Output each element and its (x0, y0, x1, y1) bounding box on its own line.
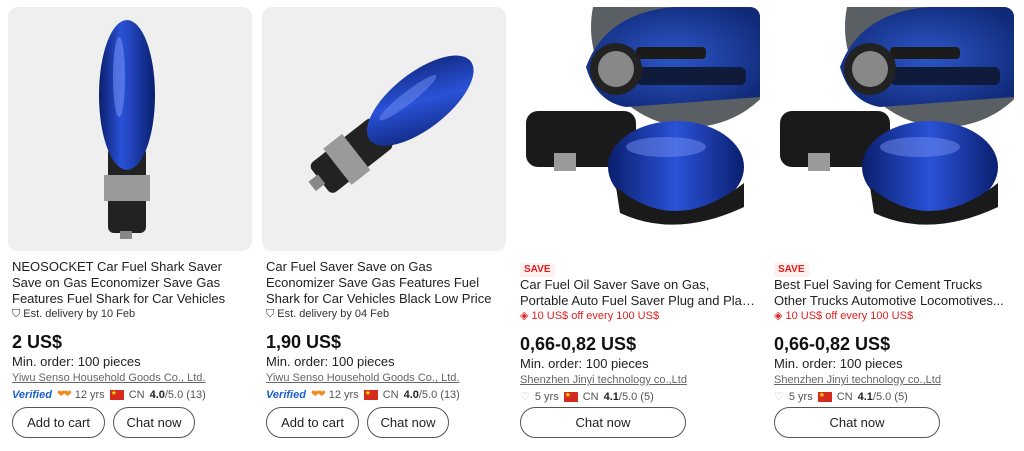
supplier-years: 12 yrs (328, 389, 359, 401)
min-order: Min. order: 100 pieces (12, 354, 141, 369)
supplier-rating: 4.0/5.0 (13) (403, 389, 460, 401)
gold-supplier-icon: ❤❤ (56, 389, 72, 400)
supplier-link[interactable]: Yiwu Senso Household Goods Co., Ltd. (266, 372, 502, 385)
delivery-estimate: ⛉ Est. delivery by 04 Feb (266, 307, 390, 320)
product-image[interactable] (262, 7, 506, 251)
product-title[interactable]: Best Fuel Saving for Cement Trucks Other… (774, 277, 1010, 309)
product-title[interactable]: Car Fuel Saver Save on Gas Economizer Sa… (266, 259, 502, 307)
min-order: Min. order: 100 pieces (774, 356, 903, 371)
product-price: 0,66-0,82 US$ (520, 334, 637, 354)
min-order: Min. order: 100 pieces (266, 354, 395, 369)
verified-badge: Verified (266, 389, 306, 401)
supplier-rating: 4.1/5.0 (5) (603, 391, 654, 403)
product-image[interactable] (8, 7, 252, 251)
coupon-icon: ◈ (774, 309, 783, 322)
product-card[interactable]: Car Fuel Saver Save on Gas Economizer Sa… (262, 7, 506, 447)
product-card[interactable]: NEOSOCKET Car Fuel Shark Saver Save on G… (8, 7, 252, 447)
product-price: 0,66-0,82 US$ (774, 334, 891, 354)
supplier-link[interactable]: Yiwu Senso Household Goods Co., Ltd. (12, 372, 248, 385)
supplier-link[interactable]: Shenzhen Jinyi technology co.,Ltd (774, 374, 1010, 387)
promo-text: ◈ 10 US$ off every 100 US$ (774, 309, 914, 322)
product-card[interactable]: SAVE Best Fuel Saving for Cement Trucks … (770, 7, 1014, 447)
supplier-badges: ♡ 5 yrs CN 4.1/5.0 (5) (774, 389, 1010, 404)
supplier-country: CN (582, 391, 599, 403)
supplier-rating: 4.0/5.0 (13) (149, 389, 206, 401)
supplier-years: 5 yrs (534, 391, 559, 403)
delivery-estimate: ⛉ Est. delivery by 10 Feb (12, 307, 136, 320)
shipping-info (266, 321, 502, 327)
supplier-years: 5 yrs (788, 391, 813, 403)
supplier-badges: Verified ❤❤ 12 yrs CN 4.0/5.0 (13) (266, 387, 502, 402)
supplier-tier-icon: ♡ (520, 391, 530, 403)
supplier-badges: ♡ 5 yrs CN 4.1/5.0 (5) (520, 389, 756, 404)
china-flag-icon (817, 389, 832, 403)
supplier-years: 12 yrs (74, 389, 105, 401)
product-grid: NEOSOCKET Car Fuel Shark Saver Save on G… (0, 0, 1024, 451)
promo-text: ◈ 10 US$ off every 100 US$ (520, 309, 660, 322)
supplier-country: CN (128, 389, 145, 401)
supplier-badges: Verified ❤❤ 12 yrs CN 4.0/5.0 (13) (12, 387, 248, 402)
supplier-country: CN (382, 389, 399, 401)
shield-icon: ⛉ (266, 307, 275, 320)
china-flag-icon (363, 387, 378, 401)
supplier-tier-icon: ♡ (774, 391, 784, 403)
product-image[interactable] (516, 7, 760, 251)
product-title[interactable]: Car Fuel Oil Saver Save on Gas, Portable… (520, 277, 756, 309)
coupon-icon: ◈ (520, 309, 529, 322)
add-to-cart-button[interactable]: Add to cart (12, 407, 105, 438)
gold-supplier-icon: ❤❤ (310, 389, 326, 400)
shipping-info (12, 321, 248, 327)
product-card[interactable]: SAVE Car Fuel Oil Saver Save on Gas, Por… (516, 7, 760, 447)
verified-badge: Verified (12, 389, 52, 401)
save-badge: SAVE (520, 263, 555, 277)
supplier-country: CN (836, 391, 853, 403)
shipping-info (774, 323, 1010, 329)
chat-now-button[interactable]: Chat now (520, 407, 686, 438)
product-price: 1,90 US$ (266, 332, 342, 352)
chat-now-button[interactable]: Chat now (367, 407, 449, 438)
add-to-cart-button[interactable]: Add to cart (266, 407, 359, 438)
shield-icon: ⛉ (12, 307, 21, 320)
supplier-rating: 4.1/5.0 (5) (857, 391, 908, 403)
supplier-link[interactable]: Shenzhen Jinyi technology co.,Ltd (520, 374, 756, 387)
china-flag-icon (109, 387, 124, 401)
shipping-info (520, 323, 756, 329)
product-title[interactable]: NEOSOCKET Car Fuel Shark Saver Save on G… (12, 259, 248, 307)
china-flag-icon (563, 389, 578, 403)
save-badge: SAVE (774, 263, 809, 277)
product-price: 2 US$ (12, 332, 63, 352)
chat-now-button[interactable]: Chat now (113, 407, 195, 438)
product-image[interactable] (770, 7, 1014, 251)
min-order: Min. order: 100 pieces (520, 356, 649, 371)
chat-now-button[interactable]: Chat now (774, 407, 940, 438)
